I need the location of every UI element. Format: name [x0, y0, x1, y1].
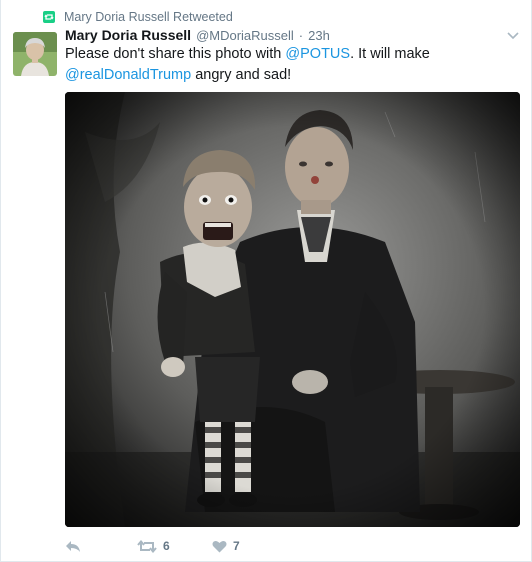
heart-icon	[212, 540, 227, 552]
tweet-text-part: Please don't share this photo with	[65, 46, 286, 62]
tweet-text-part: . It will make	[350, 46, 430, 62]
mention-link-realdonaldtrump[interactable]: @realDonaldTrump	[65, 67, 191, 83]
retweet-icon	[137, 539, 157, 553]
reply-icon	[66, 540, 80, 552]
more-options-button[interactable]	[505, 30, 521, 42]
author-name[interactable]: Mary Doria Russell	[65, 27, 191, 43]
author-handle[interactable]: @MDoriaRussell	[196, 28, 294, 43]
reply-button[interactable]	[65, 540, 137, 553]
chevron-down-icon	[507, 32, 519, 40]
retweet-context-label[interactable]: Mary Doria Russell Retweeted	[64, 10, 233, 24]
avatar[interactable]	[13, 32, 57, 76]
like-button[interactable]: 7	[212, 539, 240, 553]
retweet-count: 6	[163, 539, 170, 553]
tweet-card[interactable]: Mary Doria Russell Retweeted Mary Doria …	[0, 0, 532, 562]
tweet-text-part: angry and sad!	[191, 67, 292, 83]
like-count: 7	[233, 539, 240, 553]
separator-dot: ·	[298, 28, 304, 43]
mention-link-potus[interactable]: @POTUS	[285, 46, 350, 62]
timestamp[interactable]: 23h	[308, 28, 330, 43]
tweet-photo[interactable]	[65, 92, 520, 527]
retweet-icon	[43, 11, 55, 23]
retweet-button[interactable]: 6	[137, 539, 212, 553]
tweet-text: Please don't share this photo with @POTU…	[65, 44, 495, 86]
retweet-context: Mary Doria Russell Retweeted	[43, 9, 233, 25]
tweet-actions: 6 7	[65, 536, 240, 556]
